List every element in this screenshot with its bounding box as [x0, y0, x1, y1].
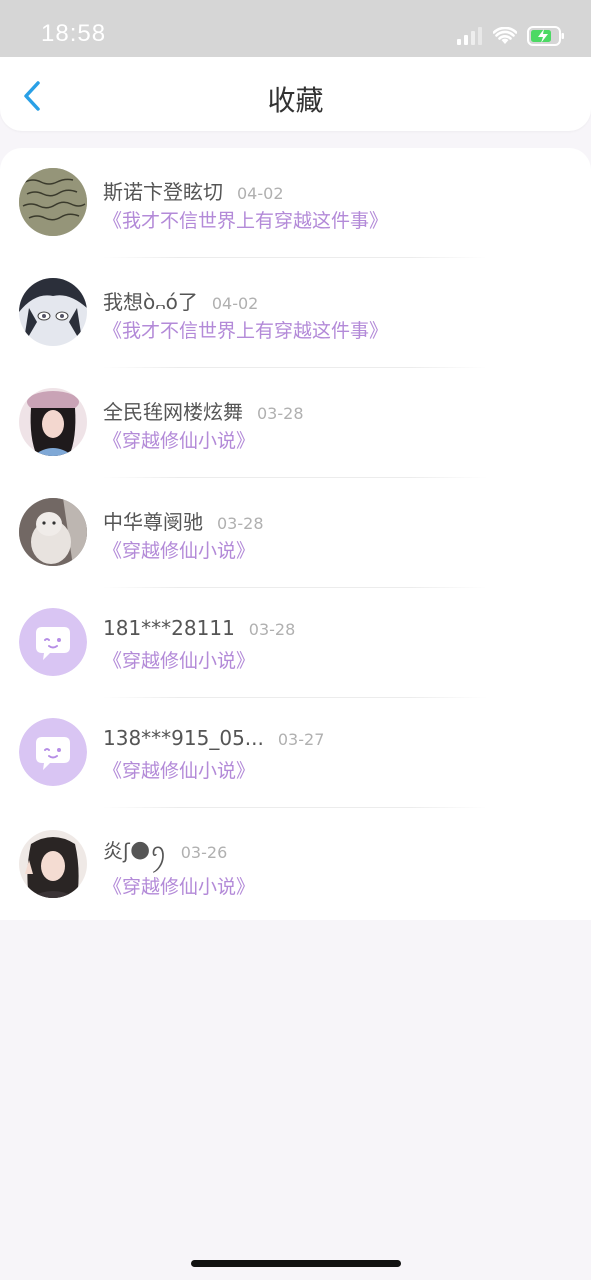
wifi-icon [493, 27, 517, 44]
date: 03-26 [180, 843, 228, 862]
default-avatar[interactable] [19, 718, 87, 786]
page-title: 收藏 [267, 84, 324, 117]
default-avatar[interactable] [19, 608, 87, 676]
list-item[interactable]: 我想ò᎔ó了 04-02 《我才不信世界上有穿越这件事》 [0, 258, 591, 368]
book-title[interactable]: 《我才不信世界上有穿越这件事》 [103, 316, 388, 343]
user-name: 我想ò᎔ó了 [103, 290, 198, 314]
nav-bar: 收藏 [0, 57, 591, 131]
book-title[interactable]: 《我才不信世界上有穿越这件事》 [103, 206, 388, 233]
avatar[interactable] [19, 830, 87, 898]
book-title[interactable]: 《穿越修仙小说》 [103, 536, 255, 563]
signal-icon [457, 27, 482, 45]
avatar[interactable] [19, 168, 87, 236]
date: 04-02 [237, 184, 284, 203]
battery-charging-icon [527, 26, 564, 46]
date: 03-27 [277, 730, 325, 749]
user-name: 181***28111 [103, 616, 235, 640]
home-indicator[interactable] [191, 1260, 401, 1267]
list-item[interactable]: 炎ʃ🌑ꪆ 03-26 《穿越修仙小说》 [0, 808, 591, 920]
list-item[interactable]: 斯诺卞登眩切 04-02 《我才不信世界上有穿越这件事》 [0, 148, 591, 258]
book-title[interactable]: 《穿越修仙小说》 [103, 426, 255, 453]
user-name: 炎ʃ🌑ꪆ [103, 839, 167, 863]
avatar[interactable] [19, 278, 87, 346]
book-title[interactable]: 《穿越修仙小说》 [103, 872, 255, 899]
avatar[interactable] [19, 388, 87, 456]
list-item[interactable]: 138***915_05... 03-27 《穿越修仙小说》 [0, 698, 591, 808]
user-name: 全民毪网楼炫舞 [103, 400, 243, 424]
book-title[interactable]: 《穿越修仙小说》 [103, 646, 255, 673]
date: 04-02 [211, 294, 259, 313]
status-icons [457, 24, 565, 48]
book-title[interactable]: 《穿越修仙小说》 [103, 756, 255, 783]
date: 03-28 [217, 514, 264, 533]
date: 03-28 [257, 404, 304, 423]
date: 03-28 [248, 620, 296, 639]
list-item[interactable]: 181***28111 03-28 《穿越修仙小说》 [0, 588, 591, 698]
user-name: 斯诺卞登眩切 [103, 180, 223, 204]
status-time: 18:58 [41, 20, 107, 47]
list-item[interactable]: 中华尊阌驰 03-28 《穿越修仙小说》 [0, 478, 591, 588]
user-name: 中华尊阌驰 [103, 510, 203, 534]
user-name: 138***915_05... [103, 726, 264, 750]
favorites-list: 斯诺卞登眩切 04-02 《我才不信世界上有穿越这件事》 我想ò᎔ó了 04-02 … [0, 148, 591, 920]
list-item[interactable]: 全民毪网楼炫舞 03-28 《穿越修仙小说》 [0, 368, 591, 478]
avatar[interactable] [19, 498, 87, 566]
